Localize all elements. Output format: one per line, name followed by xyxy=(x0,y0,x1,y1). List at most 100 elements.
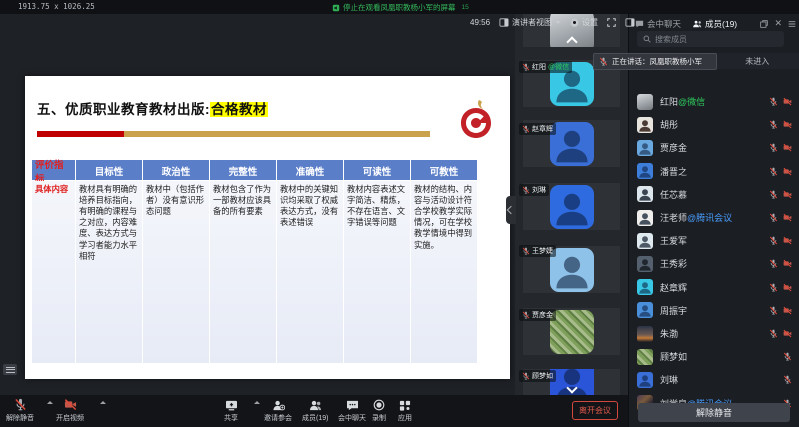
mic-muted-icon[interactable] xyxy=(783,375,792,384)
mic-muted-icon[interactable] xyxy=(769,236,778,245)
avatar xyxy=(637,326,653,342)
camera-muted-icon[interactable] xyxy=(783,306,792,315)
search-members-input[interactable]: 搜索成员 xyxy=(637,31,784,47)
member-list-item[interactable]: 朱渤 xyxy=(629,322,799,345)
panel-collapse-handle[interactable] xyxy=(506,196,516,224)
member-name: 赵章辉 xyxy=(660,281,687,294)
table-header-cell: 政治性 xyxy=(143,160,209,180)
member-name: 胡彤 xyxy=(660,118,678,131)
member-list-item[interactable]: 汪老师@腾讯会议 xyxy=(629,206,799,229)
table-row-label: 具体内容 xyxy=(32,181,75,363)
avatar xyxy=(637,372,653,388)
collapse-strip-up-button[interactable] xyxy=(568,38,576,46)
toolbar-start-video-button[interactable]: 开启视频 xyxy=(56,399,84,423)
member-list-item[interactable]: 顾梦如 xyxy=(629,345,799,368)
panel-menu-icon[interactable] xyxy=(788,20,796,28)
table-header-row: 评价指标目标性政治性完整性准确性可读性可教性 xyxy=(32,160,479,180)
camera-muted-icon[interactable] xyxy=(783,283,792,292)
slideshow-toolbar-icon[interactable] xyxy=(3,364,17,375)
mic-muted-icon[interactable] xyxy=(769,143,778,152)
camera-muted-icon[interactable] xyxy=(783,143,792,152)
chat-bubble-icon xyxy=(346,399,359,411)
slide-title: 五、优质职业教育教材出版:合格教材 xyxy=(37,98,268,118)
toolbar-invite-button[interactable]: 邀请参会 xyxy=(264,399,292,423)
camera-muted-icon[interactable] xyxy=(783,329,792,338)
mic-muted-icon[interactable] xyxy=(783,352,792,361)
members-icon xyxy=(309,399,322,411)
avatar xyxy=(637,140,653,156)
avatar xyxy=(637,94,653,110)
avatar xyxy=(550,185,594,229)
mic-muted-icon[interactable] xyxy=(769,97,778,106)
camera-muted-icon[interactable] xyxy=(783,259,792,268)
member-list-item[interactable]: 王爱军 xyxy=(629,229,799,252)
toolbar-unmute-button[interactable]: 解除静音 xyxy=(6,399,34,423)
mic-muted-icon[interactable] xyxy=(769,190,778,199)
mic-muted-icon[interactable] xyxy=(769,167,778,176)
mic-muted-icon xyxy=(522,372,530,380)
member-list-item[interactable]: 贾彦金 xyxy=(629,136,799,159)
presentation-slide: 五、优质职业教育教材出版:合格教材 评价指标目标性政治性完整性准确性可读性可教性… xyxy=(25,76,510,379)
close-icon[interactable]: ✕ xyxy=(774,18,782,29)
table-header-cell: 可读性 xyxy=(344,160,410,180)
mic-muted-icon[interactable] xyxy=(769,283,778,292)
member-list-item[interactable]: 胡彤 xyxy=(629,113,799,136)
popout-icon[interactable] xyxy=(760,20,768,28)
settings-button[interactable]: 设置 xyxy=(570,17,598,28)
table-cell: 教材中（包括作者）没有意识形态问题 xyxy=(143,181,209,363)
mic-muted-icon xyxy=(522,125,530,133)
unmute-button[interactable]: 解除静音 xyxy=(638,403,790,422)
avatar xyxy=(637,210,653,226)
video-options-caret[interactable] xyxy=(100,401,106,404)
mic-options-caret[interactable] xyxy=(47,401,53,404)
evaluation-table: 评价指标目标性政治性完整性准确性可读性可教性 具体内容教材具有明确的培养目标指向… xyxy=(32,160,479,363)
camera-muted-icon[interactable] xyxy=(783,236,792,245)
screen-share-badge: 15 xyxy=(462,4,469,11)
camera-muted-icon[interactable] xyxy=(783,213,792,222)
record-icon xyxy=(373,399,385,411)
avatar xyxy=(637,349,653,365)
leave-meeting-button[interactable]: 离开会议 xyxy=(572,401,618,420)
member-name: 顾梦如 xyxy=(660,350,687,363)
camera-muted-icon[interactable] xyxy=(783,190,792,199)
tab-not-joined[interactable]: 未进入 xyxy=(715,53,799,69)
video-participant-name: 王梦婕 xyxy=(519,245,556,257)
member-list-item[interactable]: 任芯慕 xyxy=(629,183,799,206)
apps-grid-icon xyxy=(399,399,411,411)
video-participant-name: 贾彦金 xyxy=(519,309,556,321)
screen-share-status[interactable]: 停止在观看凤凰职教杨小军的屏幕 15 xyxy=(332,2,469,13)
member-list-item[interactable]: 潘晋之 xyxy=(629,160,799,183)
toolbar-record-button[interactable]: 录制 xyxy=(372,399,386,423)
avatar xyxy=(637,256,653,272)
member-name: 红阳 xyxy=(660,95,678,108)
camera-muted-icon[interactable] xyxy=(783,167,792,176)
mic-muted-icon[interactable] xyxy=(769,120,778,129)
mic-muted-icon[interactable] xyxy=(769,306,778,315)
toolbar-members-button[interactable]: 成员(19) xyxy=(302,399,328,423)
mic-muted-icon[interactable] xyxy=(769,213,778,222)
mic-muted-icon[interactable] xyxy=(769,259,778,268)
chat-bubble-icon xyxy=(635,20,644,28)
gear-icon xyxy=(570,18,579,27)
member-list-item[interactable]: 周振宇 xyxy=(629,299,799,322)
member-list-item[interactable]: 赵章辉 xyxy=(629,276,799,299)
view-mode-selector[interactable]: 演讲者视图 xyxy=(499,17,561,28)
avatar xyxy=(637,117,653,133)
mic-muted-icon[interactable] xyxy=(769,329,778,338)
share-options-caret[interactable] xyxy=(254,401,260,404)
scroll-strip-down-button[interactable] xyxy=(568,384,576,392)
member-list-item[interactable]: 王秀彩 xyxy=(629,252,799,275)
sidebar-toggle-icon[interactable] xyxy=(625,18,635,27)
camera-muted-icon[interactable] xyxy=(783,120,792,129)
camera-muted-icon[interactable] xyxy=(783,97,792,106)
toolbar-apps-button[interactable]: 应用 xyxy=(398,399,412,423)
fullscreen-icon[interactable] xyxy=(607,18,616,27)
member-list-item[interactable]: 红阳@微信 xyxy=(629,90,799,113)
table-header-cell: 可教性 xyxy=(411,160,477,180)
member-list-item[interactable]: 刘琳 xyxy=(629,368,799,391)
phoenix-logo-icon xyxy=(458,100,494,140)
member-name: 王爱军 xyxy=(660,234,687,247)
mic-muted-icon xyxy=(599,57,608,66)
toolbar-chat-button[interactable]: 会中聊天 xyxy=(338,399,366,423)
toolbar-share-button[interactable]: 共享 xyxy=(224,399,238,423)
